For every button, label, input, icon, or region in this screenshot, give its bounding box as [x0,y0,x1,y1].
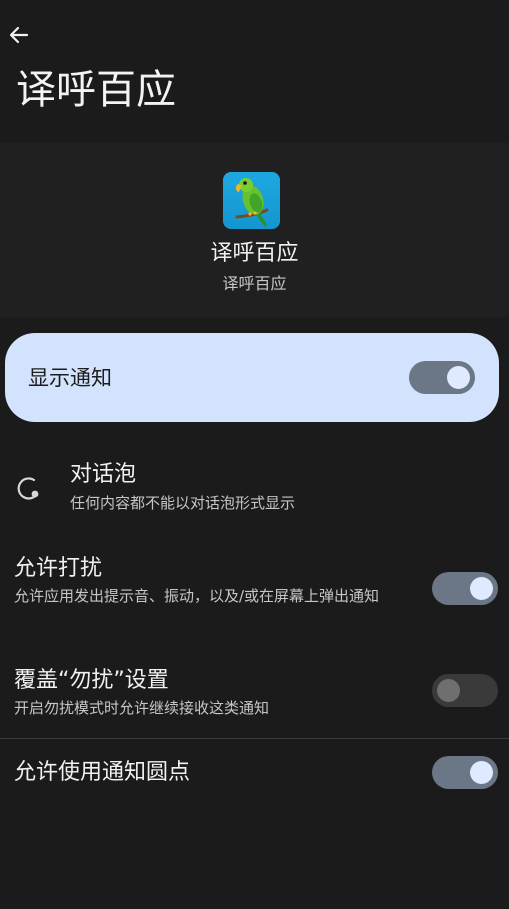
notification-dot-setting-row[interactable]: 允许使用通知圆点 [0,756,509,792]
arrow-left-icon [9,26,29,44]
show-notifications-label: 显示通知 [28,366,112,390]
notification-dot-switch[interactable] [432,756,498,789]
allow-interrupt-setting-row[interactable]: 允许打扰 允许应用发出提示音、振动，以及/或在屏幕上弹出通知 [0,552,509,628]
override-dnd-description: 开启勿扰模式时允许继续接收这类通知 [14,699,270,717]
bubbles-description: 任何内容都不能以对话泡形式显示 [70,494,296,512]
back-button[interactable] [6,22,32,48]
app-name: 译呼百应 [210,241,299,266]
override-dnd-switch[interactable] [432,674,498,707]
switch-knob [470,761,493,784]
bubbles-title: 对话泡 [70,462,137,487]
bubbles-setting-row[interactable]: 对话泡 任何内容都不能以对话泡形式显示 [0,456,509,526]
override-dnd-setting-row[interactable]: 覆盖“勿扰”设置 开启勿扰模式时允许继续接收这类通知 [0,664,509,724]
override-dnd-title: 覆盖“勿扰”设置 [14,668,169,693]
notification-dot-title: 允许使用通知圆点 [14,760,191,785]
app-subtitle: 译呼百应 [222,274,287,293]
allow-interrupt-description: 允许应用发出提示音、振动，以及/或在屏幕上弹出通知 [14,587,380,605]
allow-interrupt-title: 允许打扰 [14,556,103,581]
show-notifications-switch[interactable] [409,361,475,394]
switch-knob [447,366,470,389]
top-app-bar: 译呼百应 [0,0,509,140]
page-title: 译呼百应 [16,67,176,113]
bubble-icon [17,477,39,500]
section-divider [0,738,509,739]
allow-interrupt-switch[interactable] [432,572,498,605]
parrot-app-icon [223,172,280,229]
switch-knob [437,679,460,702]
switch-knob [470,577,493,600]
show-notifications-card[interactable]: 显示通知 [5,333,499,422]
